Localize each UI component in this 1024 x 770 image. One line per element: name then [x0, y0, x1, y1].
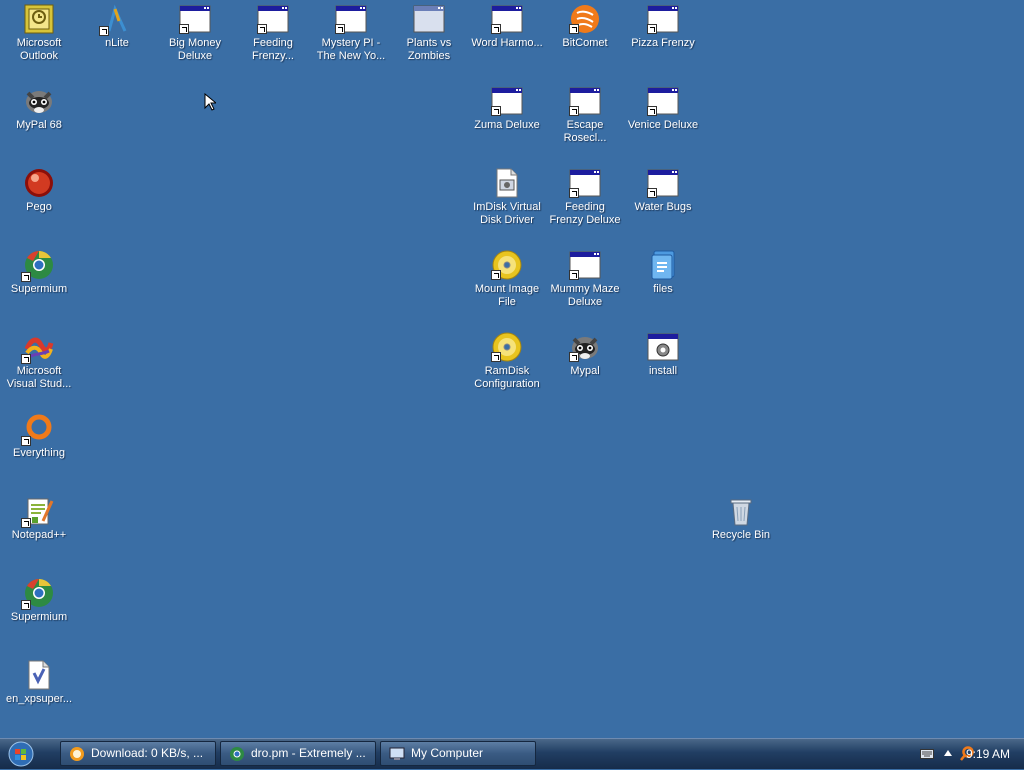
settings-file-icon — [496, 168, 518, 198]
desktop-icon-mount-image-file[interactable]: Mount Image File — [469, 246, 545, 309]
desktop-icon-nlite[interactable]: nLite — [79, 0, 155, 50]
desktop-icon-pizza-frenzy[interactable]: Pizza Frenzy — [625, 0, 701, 50]
desktop-icon-plants-vs-zombies[interactable]: Plants vs Zombies — [391, 0, 467, 63]
outlook-icon — [24, 4, 54, 34]
shortcut-arrow-icon — [335, 24, 345, 34]
desktop-icon-escape-rosecliff[interactable]: Escape Rosecl... — [547, 82, 623, 145]
shortcut-arrow-icon — [21, 600, 31, 610]
shortcut-arrow-icon — [569, 270, 579, 280]
taskbar-button-download[interactable]: Download: 0 KB/s, ... — [60, 741, 216, 766]
shortcut-arrow-icon — [179, 24, 189, 34]
desktop-icon-microsoft-outlook[interactable]: Microsoft Outlook — [1, 0, 77, 63]
supermium-icon — [230, 747, 244, 761]
desktop-icon-bitcomet[interactable]: BitComet — [547, 0, 623, 50]
shortcut-arrow-icon — [21, 354, 31, 364]
desktop-icon-water-bugs[interactable]: Water Bugs — [625, 164, 701, 214]
shortcut-arrow-icon — [647, 24, 657, 34]
shortcut-arrow-icon — [21, 436, 31, 446]
shortcut-arrow-icon — [21, 518, 31, 528]
clock[interactable]: 9:19 AM — [966, 747, 1010, 761]
desktop-icon-everything[interactable]: Everything — [1, 410, 77, 460]
my-computer-icon — [389, 747, 405, 760]
shortcut-arrow-icon — [257, 24, 267, 34]
document-icon — [28, 660, 50, 690]
window-app-icon — [413, 5, 445, 33]
taskbar-button-my-computer[interactable]: My Computer — [380, 741, 536, 766]
shortcut-arrow-icon — [21, 272, 31, 282]
taskbar-button-label: dro.pm - Extremely ... — [251, 746, 366, 760]
desktop-icon-install[interactable]: install — [625, 328, 701, 378]
desktop-icon-mummy-maze-deluxe[interactable]: Mummy Maze Deluxe — [547, 246, 623, 309]
desktop-icon-mypal-68[interactable]: MyPal 68 — [1, 82, 77, 132]
shortcut-arrow-icon — [569, 24, 579, 34]
taskbar-button-label: Download: 0 KB/s, ... — [91, 746, 204, 760]
desktop-icon-feeding-frenzy[interactable]: Feeding Frenzy... — [235, 0, 311, 63]
desktop-icon-big-money-deluxe[interactable]: Big Money Deluxe — [157, 0, 233, 63]
tray-up-arrow-icon[interactable] — [944, 750, 952, 756]
shortcut-arrow-icon — [491, 270, 501, 280]
desktop-icon-zuma-deluxe[interactable]: Zuma Deluxe — [469, 82, 545, 132]
recycle-bin-icon — [730, 499, 752, 526]
windows-orb-icon — [8, 741, 34, 767]
raccoon-icon — [26, 91, 52, 113]
desktop-icon-notepad-plus-plus[interactable]: Notepad++ — [1, 492, 77, 542]
desktop-icon-mystery-pi[interactable]: Mystery PI - The New Yo... — [313, 0, 389, 63]
desktop[interactable]: Microsoft Outlook MyPal 68 Pego Supermiu… — [0, 0, 1024, 738]
desktop-icon-pego[interactable]: Pego — [1, 164, 77, 214]
desktop-icon-mypal[interactable]: Mypal — [547, 328, 623, 378]
desktop-icon-supermium-2[interactable]: Supermium — [1, 574, 77, 624]
start-button[interactable] — [6, 741, 44, 767]
taskbar-button-label: My Computer — [411, 746, 484, 760]
desktop-icon-files[interactable]: files — [625, 246, 701, 296]
desktop-icon-imdisk-virtual-disk-driver[interactable]: ImDisk Virtual Disk Driver — [469, 164, 545, 227]
desktop-icon-feeding-frenzy-deluxe[interactable]: Feeding Frenzy Deluxe — [547, 164, 623, 227]
shortcut-arrow-icon — [569, 106, 579, 116]
shortcut-arrow-icon — [569, 188, 579, 198]
install-gear-icon — [647, 333, 679, 361]
desktop-icon-ramdisk-configuration[interactable]: RamDisk Configuration — [469, 328, 545, 391]
desktop-icon-en-xpsuper[interactable]: en_xpsuper... — [1, 656, 77, 706]
shortcut-arrow-icon — [647, 188, 657, 198]
system-tray: 9:19 AM — [894, 739, 1024, 769]
desktop-icon-word-harmony[interactable]: Word Harmo... — [469, 0, 545, 50]
files-icon — [651, 250, 675, 280]
desktop-icon-venice-deluxe[interactable]: Venice Deluxe — [625, 82, 701, 132]
desktop-icon-microsoft-visual-studio[interactable]: Microsoft Visual Stud... — [1, 328, 77, 391]
shortcut-arrow-icon — [491, 24, 501, 34]
shortcut-arrow-icon — [491, 352, 501, 362]
desktop-icon-supermium[interactable]: Supermium — [1, 246, 77, 296]
keyboard-icon[interactable] — [920, 749, 934, 759]
firefox-icon — [70, 747, 84, 761]
pego-icon — [25, 169, 53, 197]
taskbar-button-dro-pm[interactable]: dro.pm - Extremely ... — [220, 741, 376, 766]
mouse-cursor-icon — [204, 93, 216, 111]
shortcut-arrow-icon — [99, 26, 109, 36]
shortcut-arrow-icon — [647, 106, 657, 116]
desktop-icon-recycle-bin[interactable]: Recycle Bin — [703, 492, 779, 542]
shortcut-arrow-icon — [569, 352, 579, 362]
shortcut-arrow-icon — [491, 106, 501, 116]
taskbar: Download: 0 KB/s, ... dro.pm - Extremely… — [0, 738, 1024, 769]
